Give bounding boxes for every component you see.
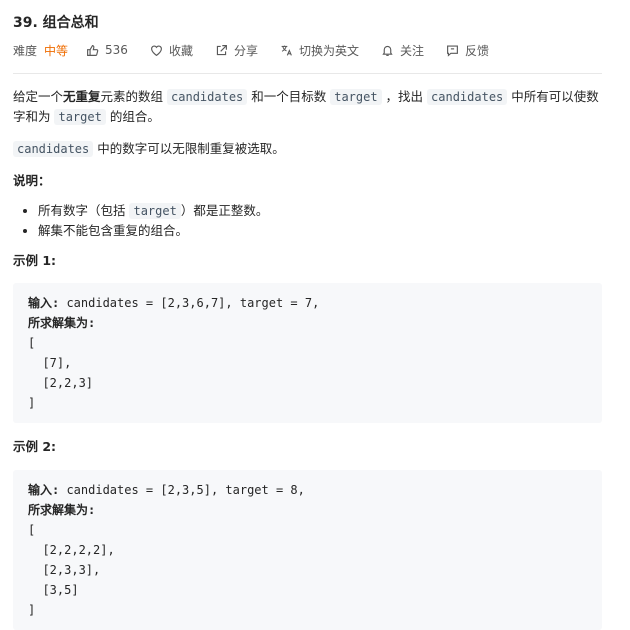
feedback-icon (447, 44, 458, 57)
output-label: 所求解集为: (28, 503, 96, 517)
example-1-block: 输入: candidates = [2,3,6,7], target = 7, 所… (13, 283, 602, 423)
example-1-title: 示例 1: (13, 253, 57, 268)
switch-language-label: 切换为英文 (298, 43, 359, 58)
inline-code-candidates: candidates (13, 141, 94, 157)
description-paragraph: 给定一个无重复元素的数组 candidates 和一个目标数 target ，找… (13, 87, 602, 127)
code-line: [ (28, 523, 36, 537)
text: ，找出 (381, 89, 428, 104)
list-item: 所有数字（包括 target）都是正整数。 (38, 201, 602, 221)
like-count: 536 (105, 43, 128, 57)
notes-list: 所有数字（包括 target）都是正整数。 解集不能包含重复的组合。 (13, 201, 602, 240)
text: 的组合。 (105, 109, 160, 124)
text: 中的数字可以无限制重复被选取。 (93, 141, 285, 156)
feedback-label: 反馈 (465, 43, 490, 58)
code-line: 输入: candidates = [2,3,5], target = 8, (28, 480, 587, 500)
follow-label: 关注 (399, 43, 424, 58)
text: 所有数字（包括 (38, 203, 130, 218)
thumbs-up-icon (87, 44, 99, 56)
switch-language-button[interactable]: 切换为英文 (280, 42, 359, 59)
input-label: 输入: (28, 483, 60, 497)
share-label: 分享 (233, 43, 258, 58)
description-paragraph: candidates 中的数字可以无限制重复被选取。 (13, 139, 602, 159)
text: ）都是正整数。 (180, 203, 269, 218)
example-2-block: 输入: candidates = [2,3,5], target = 8, 所求解… (13, 470, 602, 630)
problem-description: 给定一个无重复元素的数组 candidates 和一个目标数 target ，找… (13, 82, 602, 630)
output-label: 所求解集为: (28, 316, 96, 330)
share-button[interactable]: 分享 (215, 42, 258, 59)
input-label: 输入: (28, 296, 60, 310)
code-line: ] (28, 603, 36, 617)
code-line: [ (28, 336, 36, 350)
favorite-label: 收藏 (168, 43, 193, 58)
code-line: [7], (28, 356, 72, 370)
note-title-text: 说明： (13, 173, 51, 188)
problem-title: 39. 组合总和 (13, 15, 99, 31)
favorite-button[interactable]: 收藏 (150, 42, 193, 59)
header-divider (13, 73, 602, 74)
text: 和一个目标数 (247, 89, 331, 104)
share-icon (216, 44, 227, 55)
bold-text: 无重复 (63, 89, 101, 104)
inline-code-candidates: candidates (427, 89, 508, 105)
problem-meta-bar: 难度 中等 536 收藏 分享 切换为英文 关注 反馈 (13, 41, 511, 59)
note-title: 说明： (13, 171, 602, 190)
feedback-button[interactable]: 反馈 (446, 42, 489, 59)
follow-button[interactable]: 关注 (381, 42, 424, 59)
difficulty-badge: 中等 (44, 43, 69, 58)
code-line: [2,2,2,2], (28, 543, 115, 557)
code-line: ] (28, 396, 36, 410)
code-line: [3,5] (28, 583, 79, 597)
inline-code-target: target (54, 109, 106, 125)
list-item: 解集不能包含重复的组合。 (38, 221, 602, 240)
text: 给定一个 (13, 89, 64, 104)
inline-code-target: target (129, 203, 181, 219)
inline-code-target: target (330, 89, 382, 105)
text: 解集不能包含重复的组合。 (38, 223, 189, 238)
bell-icon (382, 45, 393, 56)
like-button[interactable]: 536 (86, 43, 128, 57)
input-value: candidates = [2,3,6,7], target = 7, (59, 296, 320, 310)
code-line: [2,3,3], (28, 563, 101, 577)
input-value: candidates = [2,3,5], target = 8, (59, 483, 305, 497)
code-line: 输入: candidates = [2,3,6,7], target = 7, (28, 293, 587, 313)
inline-code-candidates: candidates (167, 89, 248, 105)
text: 元素的数组 (100, 89, 168, 104)
heart-icon (150, 44, 162, 56)
example-2-title: 示例 2: (13, 439, 57, 454)
code-line: [2,2,3] (28, 376, 94, 390)
difficulty-label: 难度 (13, 43, 38, 58)
translate-icon (281, 45, 292, 56)
